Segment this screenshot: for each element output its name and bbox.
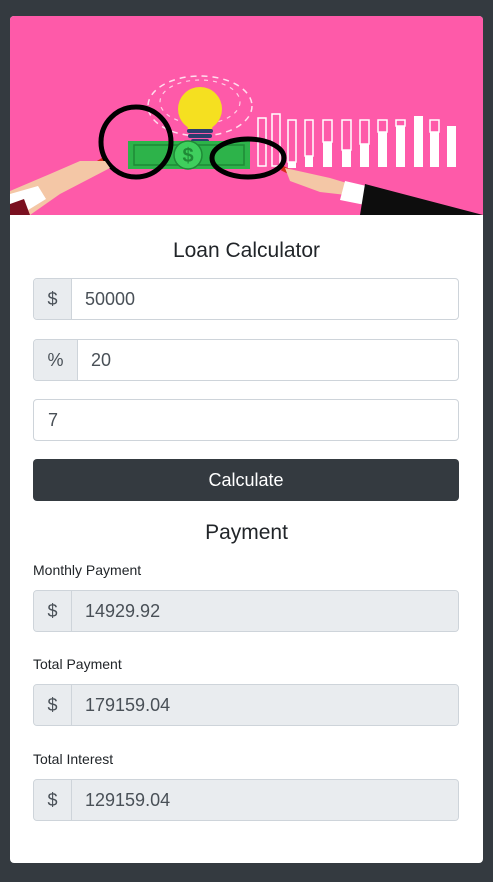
- total-payment-field: $: [33, 684, 459, 726]
- interest-rate-input[interactable]: [78, 340, 458, 380]
- dollar-prefix: $: [34, 685, 72, 725]
- bar-chart-graphic: [257, 113, 456, 168]
- page-title: Loan Calculator: [172, 239, 321, 262]
- monthly-payment-label: Monthly Payment: [33, 562, 142, 578]
- svg-text:$: $: [182, 145, 193, 167]
- loan-calculator-card: $ Loan Calculator $ 50000 % 20 7 Calcula…: [10, 16, 483, 863]
- monthly-payment-output: [72, 591, 458, 631]
- calculate-button[interactable]: Calculate: [33, 459, 459, 501]
- years-field: [33, 399, 459, 441]
- total-interest-output: [72, 780, 458, 820]
- dollar-prefix: $: [34, 279, 72, 319]
- light-bulb-graphic: [147, 75, 253, 143]
- years-input[interactable]: [34, 400, 458, 440]
- total-payment-label: Total Payment: [33, 656, 122, 672]
- total-interest-field: $: [33, 779, 459, 821]
- monthly-payment-field: $: [33, 590, 459, 632]
- results-heading: Payment: [205, 521, 288, 544]
- loan-amount-input[interactable]: [72, 279, 458, 319]
- total-payment-output: [72, 685, 458, 725]
- dollar-prefix: $: [34, 591, 72, 631]
- left-hand-graphic: [10, 161, 110, 215]
- dollar-prefix: $: [34, 780, 72, 820]
- right-hand-graphic: [285, 168, 483, 215]
- interest-rate-field: %: [33, 339, 459, 381]
- money-bill-graphic: $: [128, 140, 250, 170]
- hero-illustration: $: [10, 16, 483, 215]
- loan-amount-field: $: [33, 278, 459, 320]
- total-interest-label: Total Interest: [33, 751, 114, 767]
- percent-prefix: %: [34, 340, 78, 380]
